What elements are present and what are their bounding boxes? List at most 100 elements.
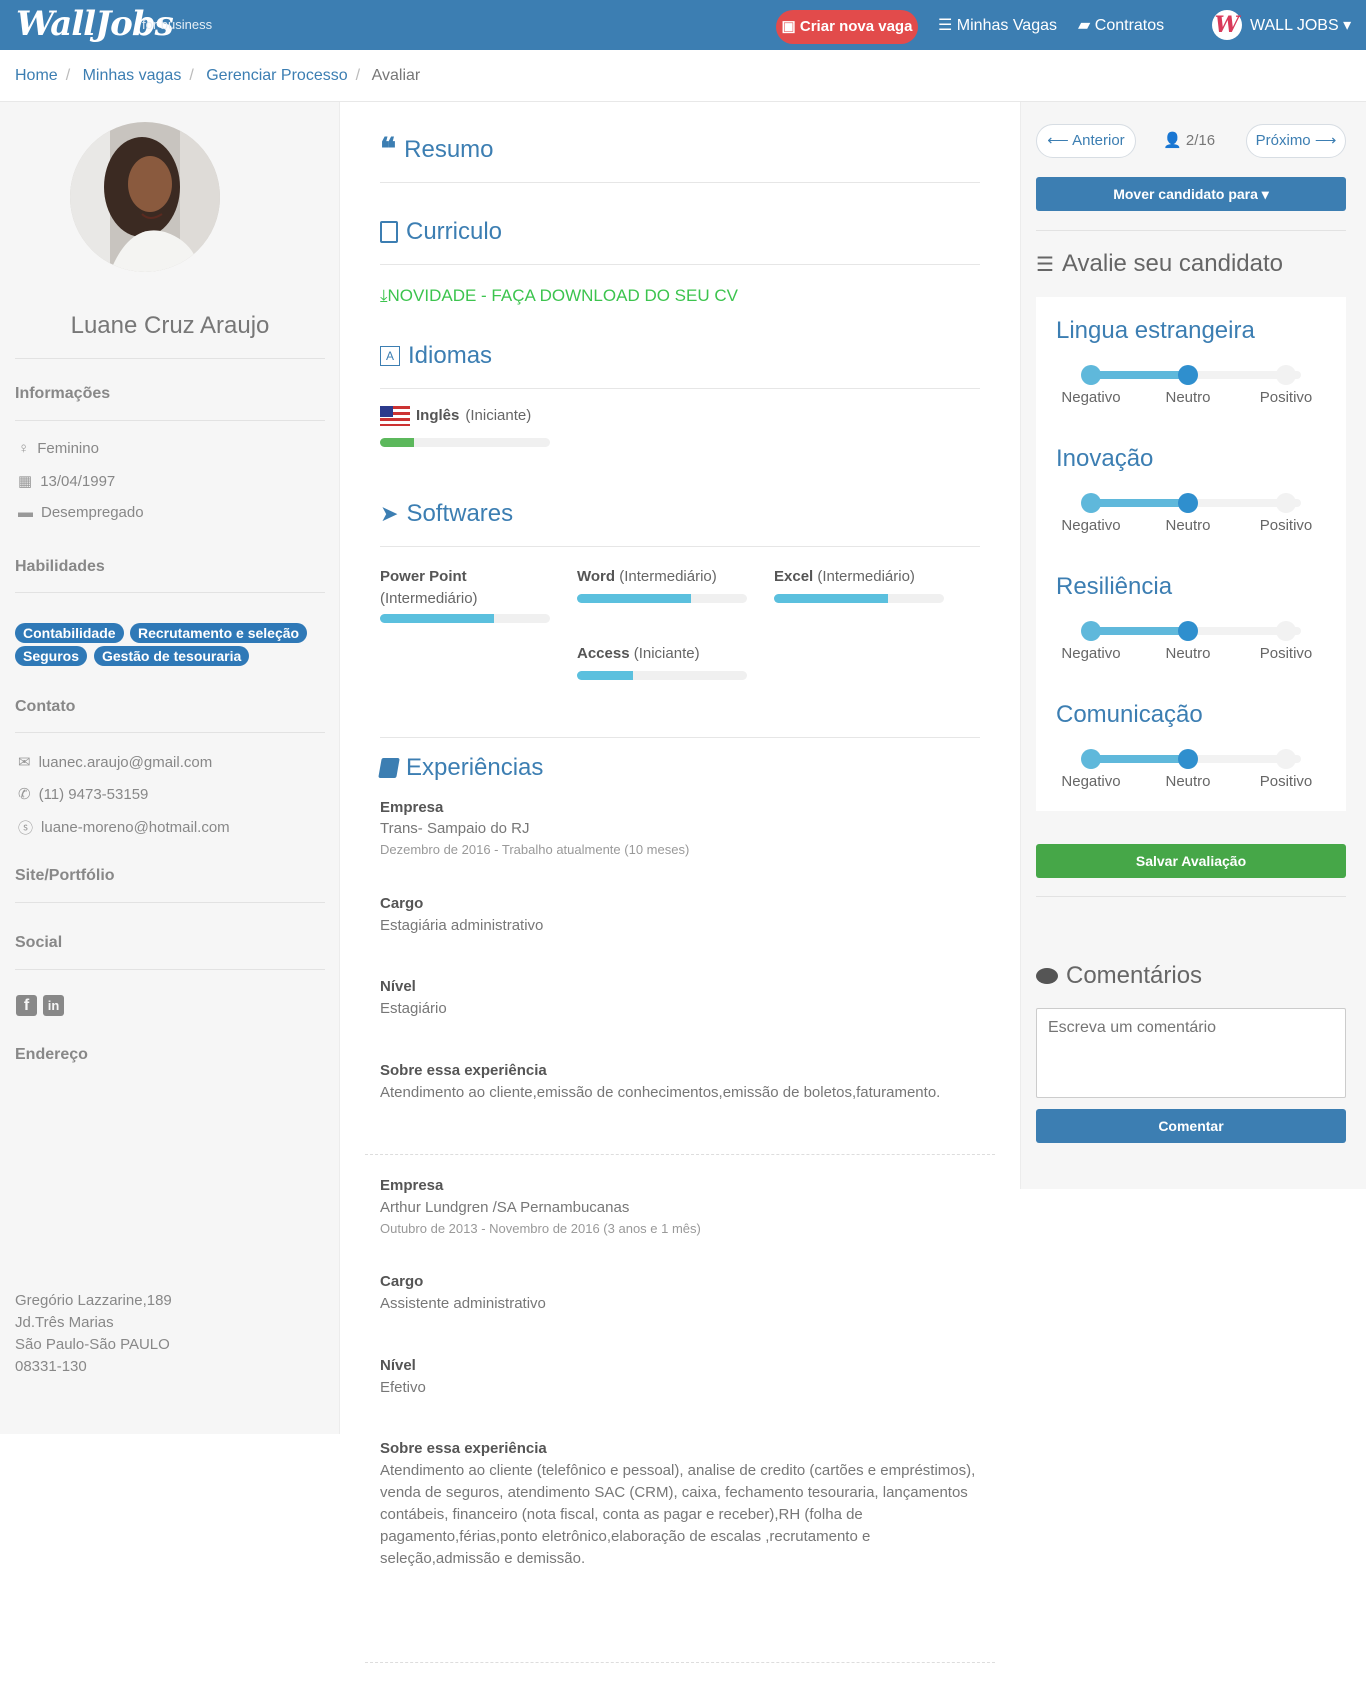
languages-title: Idiomas [408,342,493,369]
user-menu-label: WALL JOBS [1250,17,1339,34]
employment-value: Desempregado [41,504,144,521]
about-label: Sobre essa experiência [380,1440,547,1457]
software-name: Power Point [380,568,467,585]
divider [380,388,980,389]
nav-contracts[interactable]: ▰ Contratos [1078,15,1164,35]
create-job-button[interactable]: ▣ Criar nova vaga [776,10,918,44]
divider [15,732,325,733]
criterion-card: Lingua estrangeira Negativo Neutro Posit… [1036,297,1346,427]
comment-input[interactable] [1036,1008,1346,1098]
user-menu[interactable]: WALL JOBS ▾ [1250,15,1351,35]
slider-stop-positive[interactable] [1276,493,1296,513]
nav-my-jobs[interactable]: ☰ Minhas Vagas [938,15,1057,35]
skype-icon: ⓢ [18,820,34,837]
role-value: Estagiária administrativo [380,917,544,934]
calendar-icon: ▦ [18,473,33,490]
experience-divider [365,1662,995,1663]
user-avatar-icon[interactable]: W [1212,10,1242,40]
previous-label: Anterior [1072,132,1125,149]
slider-stop-negative[interactable] [1081,493,1101,513]
summary-heading: ❝ Resumo [380,135,494,165]
tasks-icon: ☰ [1036,253,1054,276]
slider-stop-negative[interactable] [1081,365,1101,385]
role-value: Assistente administrativo [380,1295,546,1312]
caret-down-icon: ▾ [1261,186,1269,202]
evaluation-panel: ⟵ Anterior 👤 2/16 Próximo ⟶ Mover candid… [1020,102,1366,1189]
slider-stop-positive[interactable] [1276,749,1296,769]
software-item: Access (Iniciante) [577,643,700,665]
scale-negative: Negativo [1061,517,1121,534]
cv-download-link[interactable]: ⤓NOVIDADE - FAÇA DOWNLOAD DO SEU CV [380,286,738,306]
software-title: Softwares [406,500,514,527]
software-level: (Iniciante) [633,645,700,662]
comment-button[interactable]: Comentar [1036,1109,1346,1143]
scale-neutral: Neutro [1165,517,1211,534]
phone-info: ✆ (11) 9473-53159 [18,785,148,804]
software-level: (Intermediário) [619,568,717,585]
scale-neutral: Neutro [1165,773,1211,790]
level-value: Estagiário [380,1000,447,1017]
us-flag-icon [380,406,410,426]
linkedin-icon[interactable]: in [43,995,64,1016]
breadcrumb-my-jobs[interactable]: Minhas vagas [83,67,182,84]
next-label: Próximo [1255,132,1311,149]
company-name: Arthur Lundgren /SA Pernambucanas [380,1199,630,1216]
criterion-name: Resiliência [1056,573,1173,600]
caret-down-icon: ▾ [1343,17,1352,34]
breadcrumb-home[interactable]: Home [15,67,58,84]
female-icon: ♀ [18,440,30,457]
slider-stop-negative[interactable] [1081,621,1101,641]
move-candidate-label: Mover candidato para [1113,186,1258,202]
nav-my-jobs-label: Minhas Vagas [956,17,1057,34]
divider [1036,230,1346,231]
software-level: (Intermediário) [380,590,478,607]
portfolio-heading: Site/Portfólio [15,867,115,884]
save-evaluation-button[interactable]: Salvar Avaliação [1036,844,1346,878]
slider-handle[interactable] [1178,749,1198,769]
divider [380,546,980,547]
gender-value: Feminino [37,440,99,457]
experience-title: Experiências [406,754,544,781]
slider-stop-negative[interactable] [1081,749,1101,769]
divider [1036,896,1346,897]
divider [15,358,325,359]
scale-positive: Positivo [1259,517,1313,534]
experience-period: Dezembro de 2016 - Trabalho atualmente (… [380,842,690,857]
slider-handle[interactable] [1178,493,1198,513]
next-candidate-button[interactable]: Próximo ⟶ [1246,124,1346,158]
company-label: Empresa [380,799,444,816]
candidate-profile-panel: Luane Cruz Araujo Informações ♀ Feminino… [0,102,340,1434]
create-job-label: Criar nova vaga [799,18,913,35]
social-links: f in [16,995,64,1016]
evaluate-title: Avalie seu candidato [1061,250,1283,277]
software-item: Word (Intermediário) [577,566,717,588]
candidate-counter: 👤 2/16 [1163,124,1215,158]
scale-positive: Positivo [1259,773,1313,790]
arrow-left-icon: ⟵ [1047,132,1069,149]
company-name: Trans- Sampaio do RJ [380,820,530,837]
cursor-icon: ➤ [380,501,399,526]
slider-handle[interactable] [1178,365,1198,385]
briefcase-icon: ▬ [18,504,33,521]
breadcrumb-manage-process[interactable]: Gerenciar Processo [206,67,347,84]
email-info: ✉ luanec.araujo@gmail.com [18,753,212,772]
social-heading: Social [15,934,63,951]
slider-stop-positive[interactable] [1276,621,1296,641]
software-name: Excel [774,568,814,585]
address-block: Gregório Lazzarine,189 Jd.Três Marias Sã… [15,1290,172,1378]
language-name: Inglês [416,407,460,424]
level-label: Nível [380,978,416,995]
scale-neutral: Neutro [1165,645,1211,662]
move-candidate-dropdown[interactable]: Mover candidato para ▾ [1036,177,1346,211]
download-icon: ⤓ [380,286,388,305]
language-progress-bar [380,438,550,447]
slider-handle[interactable] [1178,621,1198,641]
software-heading: ➤ Softwares [380,500,513,528]
facebook-icon[interactable]: f [16,995,37,1016]
role-label: Cargo [380,895,424,912]
slider-stop-positive[interactable] [1276,365,1296,385]
previous-candidate-button[interactable]: ⟵ Anterior [1036,124,1136,158]
cv-title: Curriculo [406,218,503,245]
scale-negative: Negativo [1061,645,1121,662]
software-progress-bar [774,594,944,603]
